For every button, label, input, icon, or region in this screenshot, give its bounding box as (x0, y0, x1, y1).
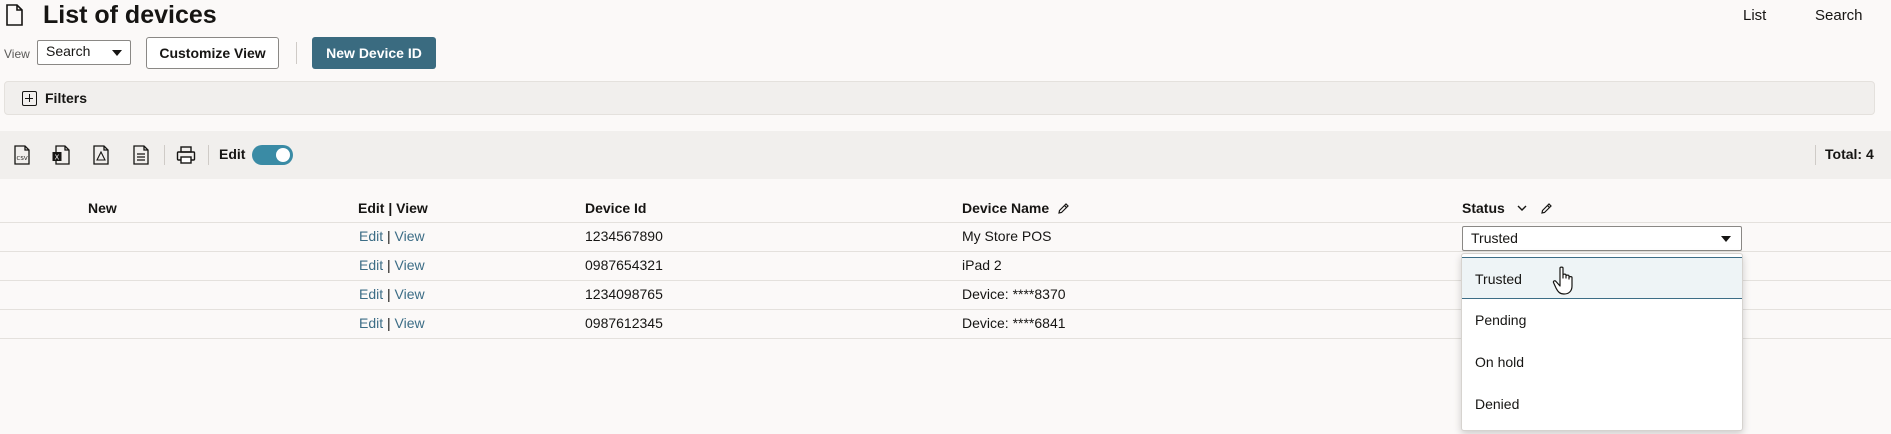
divider (296, 42, 297, 64)
view-link[interactable]: View (395, 257, 425, 273)
status-select-value: Trusted (1471, 230, 1518, 246)
column-header-edit-view: Edit | View (358, 200, 428, 216)
status-option-trusted[interactable]: Trusted (1462, 257, 1742, 299)
edit-link[interactable]: Edit (359, 257, 383, 273)
edit-toggle-label: Edit (219, 146, 246, 162)
hand-pointer-icon (1552, 266, 1573, 295)
view-link[interactable]: View (395, 228, 425, 244)
edit-link[interactable]: Edit (359, 315, 383, 331)
edit-view-links: Edit | View (359, 315, 425, 331)
total-count: Total: 4 (1825, 146, 1874, 162)
customize-view-button[interactable]: Customize View (146, 37, 279, 69)
device-name-cell: My Store POS (962, 228, 1052, 244)
edit-link[interactable]: Edit (359, 286, 383, 302)
new-device-id-button[interactable]: New Device ID (312, 37, 436, 69)
toolbar-divider (208, 145, 209, 165)
view-link[interactable]: View (395, 315, 425, 331)
edit-view-links: Edit | View (359, 286, 425, 302)
device-id-cell: 0987654321 (585, 257, 663, 273)
column-header-new: New (88, 200, 117, 216)
edit-toggle[interactable] (252, 145, 293, 165)
edit-link[interactable]: Edit (359, 228, 383, 244)
document-icon (6, 4, 23, 26)
caret-down-icon (112, 50, 122, 56)
caret-down-icon (1721, 236, 1731, 242)
device-id-cell: 1234098765 (585, 286, 663, 302)
view-label: View (4, 47, 30, 61)
edit-view-links: Edit | View (359, 228, 425, 244)
toolbar-divider (164, 145, 165, 165)
status-option-denied[interactable]: Denied (1462, 383, 1742, 425)
pdf-export-icon[interactable] (92, 145, 110, 165)
filters-label: Filters (45, 90, 88, 106)
pencil-icon[interactable] (1540, 202, 1553, 215)
status-dropdown-menu: Trusted Pending On hold Denied (1461, 253, 1743, 431)
edit-view-links: Edit | View (359, 257, 425, 273)
column-header-status[interactable]: Status (1462, 200, 1505, 216)
chevron-down-icon[interactable] (1517, 204, 1527, 212)
device-id-cell: 0987612345 (585, 315, 663, 331)
svg-text:CSV: CSV (17, 156, 28, 162)
view-link[interactable]: View (395, 286, 425, 302)
column-header-device-name[interactable]: Device Name (962, 200, 1049, 216)
list-link[interactable]: List (1743, 7, 1766, 24)
device-id-cell: 1234567890 (585, 228, 663, 244)
expand-plus-icon[interactable] (22, 91, 37, 106)
view-select[interactable]: Search (37, 40, 131, 65)
search-link[interactable]: Search (1815, 7, 1863, 24)
document-export-icon[interactable] (132, 145, 150, 165)
toolbar-divider (1815, 145, 1816, 165)
view-select-value: Search (46, 43, 91, 59)
status-option-on-hold[interactable]: On hold (1462, 341, 1742, 383)
device-name-cell: Device: ****6841 (962, 315, 1066, 331)
print-icon[interactable] (176, 145, 196, 165)
header-divider (0, 222, 1891, 223)
toggle-knob (276, 148, 290, 162)
row-divider (0, 251, 1891, 252)
table-toolbar: CSV X Edit Total: 4 (0, 131, 1891, 179)
pencil-icon[interactable] (1057, 202, 1070, 215)
csv-export-icon[interactable]: CSV (13, 145, 31, 165)
excel-export-icon[interactable]: X (52, 145, 70, 165)
filters-panel[interactable]: Filters (4, 81, 1875, 115)
column-header-device-id[interactable]: Device Id (585, 200, 646, 216)
device-name-cell: iPad 2 (962, 257, 1002, 273)
status-select[interactable]: Trusted (1462, 226, 1742, 251)
svg-text:X: X (55, 154, 60, 162)
device-name-cell: Device: ****8370 (962, 286, 1066, 302)
page-title: List of devices (43, 1, 217, 29)
status-option-pending[interactable]: Pending (1462, 299, 1742, 341)
